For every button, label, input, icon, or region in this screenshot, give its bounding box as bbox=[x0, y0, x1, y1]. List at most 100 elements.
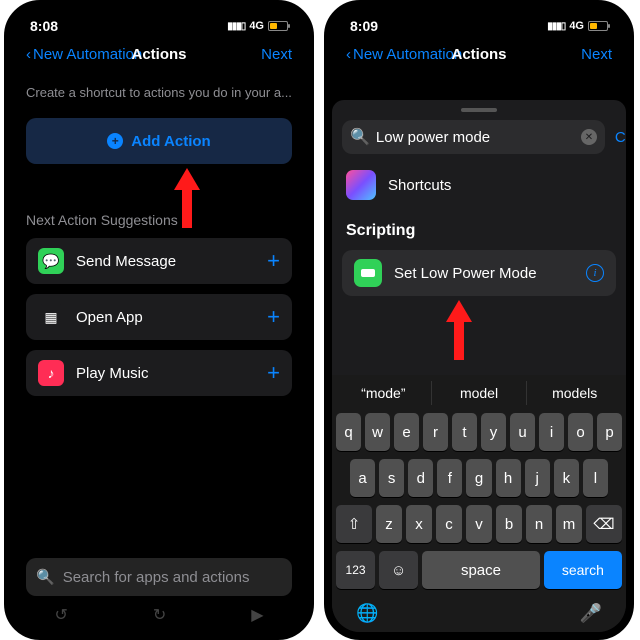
search-key[interactable]: search bbox=[544, 551, 622, 589]
low-power-icon bbox=[354, 259, 382, 287]
page-title: Actions bbox=[451, 46, 506, 63]
emoji-key[interactable]: ☺ bbox=[379, 551, 418, 589]
cancel-button[interactable]: Cancel bbox=[615, 129, 634, 146]
phone-left: 8:08 ▮▮▮▯ 4G ‹ New Automation Actions Ne… bbox=[4, 0, 314, 640]
app-icon: ♪ bbox=[38, 360, 64, 386]
plus-icon[interactable]: + bbox=[267, 360, 280, 386]
battery-icon bbox=[268, 21, 288, 31]
prediction[interactable]: models bbox=[527, 381, 622, 405]
status-time: 8:08 bbox=[30, 18, 58, 34]
keyboard: “mode” model models qwertyuiop asdfghjkl… bbox=[332, 375, 626, 632]
search-field[interactable]: 🔍 ✕ bbox=[342, 120, 605, 154]
key-q[interactable]: q bbox=[336, 413, 361, 451]
numbers-key[interactable]: 123 bbox=[336, 551, 375, 589]
key-d[interactable]: d bbox=[408, 459, 433, 497]
key-o[interactable]: o bbox=[568, 413, 593, 451]
battery-icon bbox=[588, 21, 608, 31]
app-icon: ▦ bbox=[38, 304, 64, 330]
key-b[interactable]: b bbox=[496, 505, 522, 543]
predictions: “mode” model models bbox=[336, 381, 622, 405]
status-time: 8:09 bbox=[350, 18, 378, 34]
nav-bar: ‹ New Automation Actions Next bbox=[332, 38, 626, 71]
suggestion-label: Open App bbox=[76, 309, 255, 326]
sheet-grabber[interactable] bbox=[461, 108, 497, 112]
result-label: Set Low Power Mode bbox=[394, 265, 574, 282]
chevron-left-icon: ‹ bbox=[26, 46, 31, 63]
key-z[interactable]: z bbox=[376, 505, 402, 543]
back-label: New Automation bbox=[33, 46, 142, 63]
back-button[interactable]: ‹ New Automation bbox=[346, 46, 462, 63]
content: Create a shortcut to actions you do in y… bbox=[12, 85, 306, 396]
mic-icon[interactable]: 🎤 bbox=[580, 603, 602, 624]
prediction[interactable]: model bbox=[432, 381, 528, 405]
key-a[interactable]: a bbox=[350, 459, 375, 497]
key-h[interactable]: h bbox=[496, 459, 521, 497]
key-w[interactable]: w bbox=[365, 413, 390, 451]
undo-icon[interactable]: ↺ bbox=[54, 605, 67, 625]
app-icon: 💬 bbox=[38, 248, 64, 274]
key-m[interactable]: m bbox=[556, 505, 582, 543]
key-v[interactable]: v bbox=[466, 505, 492, 543]
space-key[interactable]: space bbox=[422, 551, 539, 589]
key-row: 123 ☺ space search bbox=[336, 551, 622, 589]
result-row[interactable]: Set Low Power Mode i bbox=[342, 250, 616, 296]
shortcuts-icon bbox=[346, 170, 376, 200]
globe-icon[interactable]: 🌐 bbox=[356, 603, 378, 624]
suggestion-label: Play Music bbox=[76, 365, 255, 382]
back-button[interactable]: ‹ New Automation bbox=[26, 46, 142, 63]
key-s[interactable]: s bbox=[379, 459, 404, 497]
key-g[interactable]: g bbox=[466, 459, 491, 497]
info-icon[interactable]: i bbox=[586, 264, 604, 282]
key-i[interactable]: i bbox=[539, 413, 564, 451]
suggestions-list: 💬 Send Message +▦ Open App +♪ Play Music… bbox=[26, 238, 292, 396]
chevron-left-icon: ‹ bbox=[346, 46, 351, 63]
play-icon[interactable]: ▶ bbox=[251, 605, 263, 625]
key-f[interactable]: f bbox=[437, 459, 462, 497]
status-right: ▮▮▮▯ 4G bbox=[547, 20, 608, 32]
clear-icon[interactable]: ✕ bbox=[581, 129, 597, 145]
page-title: Actions bbox=[131, 46, 186, 63]
key-e[interactable]: e bbox=[394, 413, 419, 451]
annotation-arrow bbox=[444, 300, 474, 360]
prediction[interactable]: “mode” bbox=[336, 381, 432, 405]
search-icon: 🔍 bbox=[36, 568, 55, 586]
notch bbox=[424, 8, 534, 30]
app-result[interactable]: Shortcuts bbox=[346, 170, 616, 200]
key-n[interactable]: n bbox=[526, 505, 552, 543]
search-input[interactable] bbox=[376, 129, 575, 146]
key-y[interactable]: y bbox=[481, 413, 506, 451]
add-action-button[interactable]: + Add Action bbox=[26, 118, 292, 164]
key-l[interactable]: l bbox=[583, 459, 608, 497]
key-row: ⇧ zxcvbnm⌫ bbox=[336, 505, 622, 543]
signal-icon: ▮▮▮▯ bbox=[227, 21, 245, 32]
nav-bar: ‹ New Automation Actions Next bbox=[12, 38, 306, 71]
search-bar[interactable]: 🔍 Search for apps and actions bbox=[26, 558, 292, 596]
key-c[interactable]: c bbox=[436, 505, 462, 543]
suggestion-row[interactable]: ♪ Play Music + bbox=[26, 350, 292, 396]
next-button[interactable]: Next bbox=[261, 46, 292, 63]
plus-icon[interactable]: + bbox=[267, 304, 280, 330]
key-t[interactable]: t bbox=[452, 413, 477, 451]
network-label: 4G bbox=[249, 20, 264, 32]
network-label: 4G bbox=[569, 20, 584, 32]
plus-icon[interactable]: + bbox=[267, 248, 280, 274]
suggestion-row[interactable]: ▦ Open App + bbox=[26, 294, 292, 340]
search-icon: 🔍 bbox=[350, 127, 370, 147]
notch bbox=[104, 8, 214, 30]
key-u[interactable]: u bbox=[510, 413, 535, 451]
phone-right: 8:09 ▮▮▮▯ 4G ‹ New Automation Actions Ne… bbox=[324, 0, 634, 640]
status-right: ▮▮▮▯ 4G bbox=[227, 20, 288, 32]
backspace-key[interactable]: ⌫ bbox=[586, 505, 622, 543]
key-j[interactable]: j bbox=[525, 459, 550, 497]
redo-icon[interactable]: ↻ bbox=[153, 605, 166, 625]
shift-key[interactable]: ⇧ bbox=[336, 505, 372, 543]
keyboard-bottom: 🌐 🎤 bbox=[336, 597, 622, 626]
key-k[interactable]: k bbox=[554, 459, 579, 497]
subtitle: Create a shortcut to actions you do in y… bbox=[26, 85, 292, 100]
key-p[interactable]: p bbox=[597, 413, 622, 451]
key-r[interactable]: r bbox=[423, 413, 448, 451]
key-x[interactable]: x bbox=[406, 505, 432, 543]
suggestion-row[interactable]: 💬 Send Message + bbox=[26, 238, 292, 284]
next-button[interactable]: Next bbox=[581, 46, 612, 63]
key-row: qwertyuiop bbox=[336, 413, 622, 451]
